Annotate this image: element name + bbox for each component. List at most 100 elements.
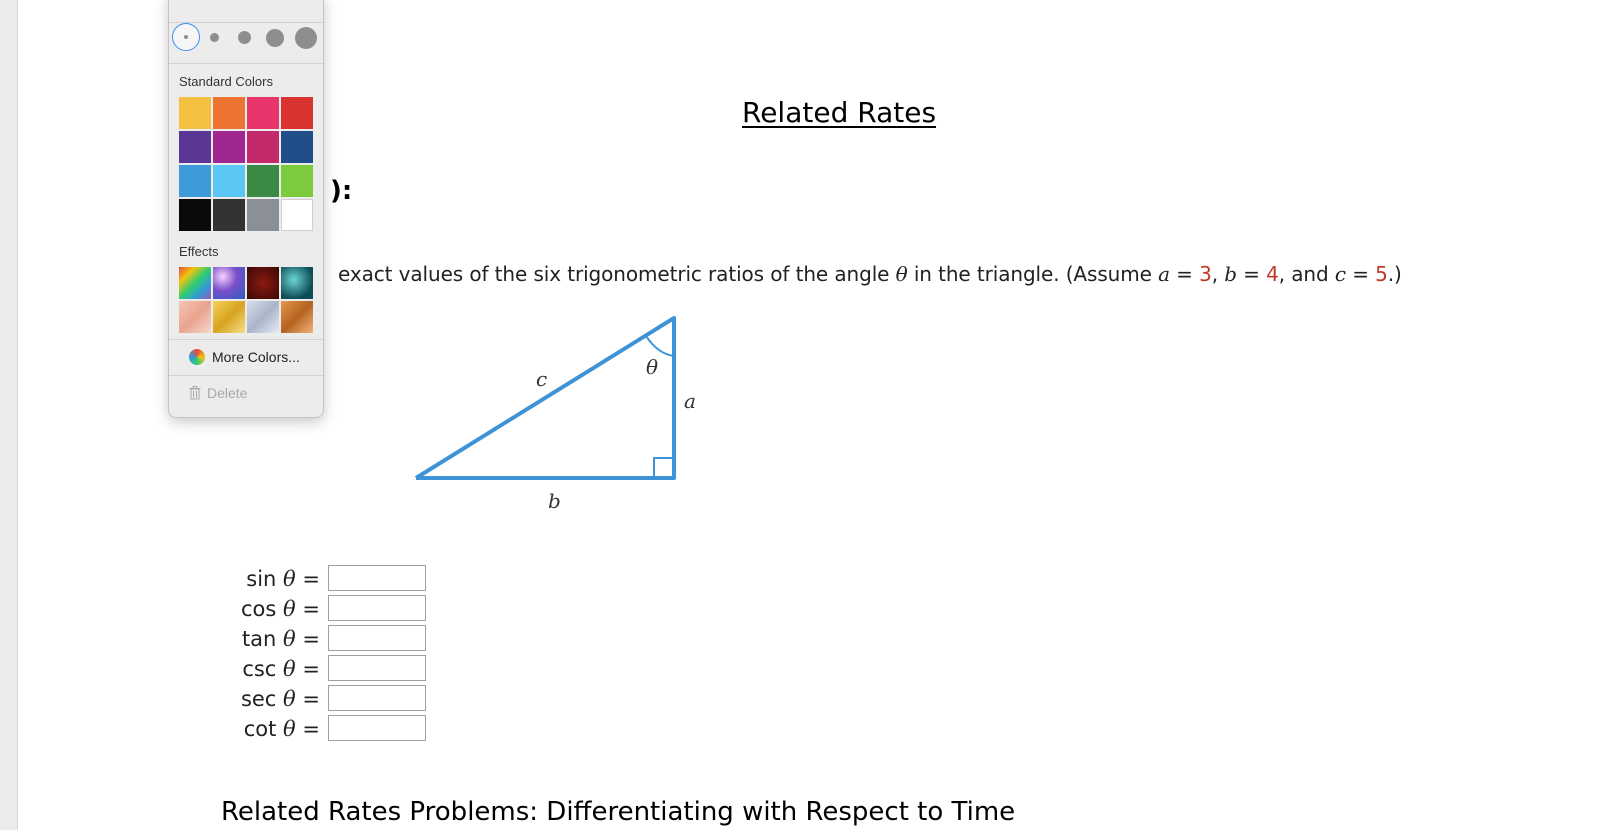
dark-red-effect-swatch[interactable]	[247, 267, 279, 299]
ratio-row-tan: tan θ =	[242, 625, 446, 653]
ratio-eq: =	[302, 567, 320, 591]
delete-label: Delete	[207, 385, 248, 401]
line-weight-option-1[interactable]	[172, 23, 200, 51]
copper-effect-swatch[interactable]	[281, 301, 313, 333]
ratio-row-sec: sec θ =	[241, 685, 446, 713]
ratio-fn: sin	[246, 567, 277, 591]
ratio-label: cot θ =	[244, 717, 320, 741]
ratio-row-cos: cos θ =	[241, 595, 446, 623]
color-wheel-icon	[189, 349, 205, 365]
line-weight-option-5[interactable]	[295, 27, 317, 49]
line-weight-option-4[interactable]	[266, 29, 284, 47]
document-title: Related Rates	[742, 96, 937, 129]
ratio-label: csc θ =	[242, 657, 320, 681]
ratio-eq: =	[302, 627, 320, 651]
rainbow-effect-swatch[interactable]	[179, 267, 211, 299]
gold-effect-swatch[interactable]	[213, 301, 245, 333]
label-b: b	[548, 489, 561, 513]
color-swatch-5[interactable]	[179, 131, 211, 163]
problem-text-before: exact values of the six trigonometric ra…	[338, 262, 896, 286]
divider	[169, 339, 323, 340]
sparkle-effect-swatch[interactable]	[213, 267, 245, 299]
color-swatch-11[interactable]	[247, 165, 279, 197]
standard-colors-grid	[179, 97, 313, 231]
effects-label: Effects	[179, 244, 219, 259]
problem-c-value: 5	[1375, 262, 1388, 286]
right-angle-mark	[653, 457, 674, 478]
ratio-label: sec θ =	[241, 687, 320, 711]
ratio-eq: =	[302, 657, 320, 681]
ratio-label: tan θ =	[242, 627, 320, 651]
csc-answer-input[interactable]	[328, 655, 426, 681]
problem-b-label: b	[1224, 262, 1237, 286]
delete-button[interactable]: Delete	[189, 385, 247, 401]
color-swatch-9[interactable]	[179, 165, 211, 197]
weight-dot-icon	[184, 35, 188, 39]
problem-c-label: c	[1334, 262, 1346, 286]
peach-effect-swatch[interactable]	[179, 301, 211, 333]
ratio-fn: csc	[242, 657, 277, 681]
color-swatch-14[interactable]	[213, 199, 245, 231]
ratio-fn: sec	[240, 687, 277, 711]
ratio-row-csc: csc θ =	[242, 655, 446, 683]
triangle-figure: c a b θ	[414, 316, 696, 513]
equals-sign: =	[1345, 262, 1376, 286]
color-swatch-3[interactable]	[247, 97, 279, 129]
ratio-eq: =	[302, 687, 320, 711]
color-swatch-1[interactable]	[179, 97, 211, 129]
ratio-theta: θ	[283, 597, 296, 621]
ratio-row-sin: sin θ =	[246, 565, 446, 593]
problem-a-value: 3	[1199, 262, 1212, 286]
cos-answer-input[interactable]	[328, 595, 426, 621]
problem-b-value: 4	[1266, 262, 1279, 286]
color-swatch-8[interactable]	[281, 131, 313, 163]
ratio-fn: cos	[241, 597, 277, 621]
ratio-theta: θ	[283, 567, 296, 591]
color-swatch-6[interactable]	[213, 131, 245, 163]
ratio-eq: =	[302, 717, 320, 741]
sin-answer-input[interactable]	[328, 565, 426, 591]
color-swatch-10[interactable]	[213, 165, 245, 197]
problem-statement: exact values of the six trigonometric ra…	[338, 262, 1402, 286]
and-text: , and	[1278, 262, 1335, 286]
line-weight-option-3[interactable]	[238, 31, 251, 44]
color-swatch-12[interactable]	[281, 165, 313, 197]
label-a: a	[684, 389, 696, 413]
equals-sign: =	[1169, 262, 1200, 286]
label-c: c	[536, 367, 547, 391]
ratio-row-cot: cot θ =	[244, 715, 446, 743]
ratio-theta: θ	[283, 717, 296, 741]
label-theta: θ	[646, 355, 658, 379]
related-rates-problems-heading: Related Rates Problems: Differentiating …	[221, 797, 1016, 827]
color-swatch-4[interactable]	[281, 97, 313, 129]
ratio-theta: θ	[283, 687, 296, 711]
color-swatch-13[interactable]	[179, 199, 211, 231]
color-swatch-2[interactable]	[213, 97, 245, 129]
sec-answer-input[interactable]	[328, 685, 426, 711]
divider	[169, 63, 323, 64]
color-swatch-15[interactable]	[247, 199, 279, 231]
equals-sign: =	[1236, 262, 1267, 286]
tan-answer-input[interactable]	[328, 625, 426, 651]
color-swatch-16[interactable]	[281, 199, 313, 231]
line-weight-option-2[interactable]	[210, 33, 219, 42]
ratio-eq: =	[302, 597, 320, 621]
more-colors-label: More Colors...	[212, 349, 300, 365]
ratio-theta: θ	[283, 627, 296, 651]
effects-grid	[179, 267, 313, 333]
ratio-label: cos θ =	[241, 597, 320, 621]
color-popup-menu: Standard Colors Effects More Colors... D…	[168, 0, 324, 418]
problem-theta: θ	[895, 262, 908, 286]
section-heading-fragment: ):	[330, 176, 353, 206]
more-colors-button[interactable]: More Colors...	[189, 349, 300, 365]
standard-colors-label: Standard Colors	[179, 74, 273, 89]
comma: ,	[1211, 262, 1225, 286]
teal-marble-effect-swatch[interactable]	[281, 267, 313, 299]
ratio-theta: θ	[283, 657, 296, 681]
line-weight-selector	[169, 23, 323, 53]
cot-answer-input[interactable]	[328, 715, 426, 741]
angle-arc	[645, 335, 675, 357]
color-swatch-7[interactable]	[247, 131, 279, 163]
problem-text-middle: in the triangle. (Assume	[907, 262, 1159, 286]
silver-effect-swatch[interactable]	[247, 301, 279, 333]
